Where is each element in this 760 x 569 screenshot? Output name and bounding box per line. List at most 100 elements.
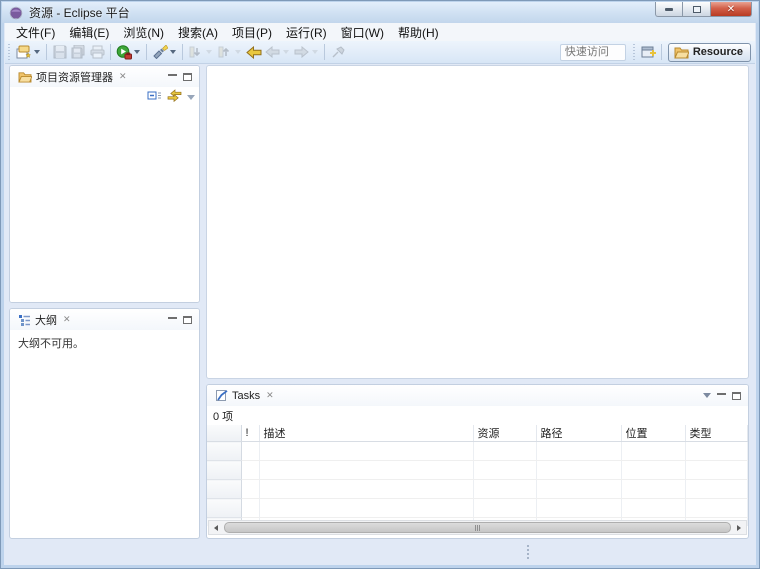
column-header-corner[interactable] xyxy=(207,425,242,442)
minimize-button[interactable] xyxy=(655,2,683,17)
resource-perspective-button[interactable]: Resource xyxy=(667,42,751,62)
last-edit-location-button[interactable] xyxy=(244,42,263,62)
column-header-type[interactable]: 类型 xyxy=(685,425,748,442)
save-icon xyxy=(51,44,68,60)
maximize-view-icon[interactable] xyxy=(183,315,192,324)
next-annotation-button[interactable] xyxy=(186,42,215,62)
next-annotation-icon xyxy=(187,44,204,60)
tasks-table: ! 描述 资源 路径 位置 类型 xyxy=(207,425,748,526)
scroll-right-icon[interactable] xyxy=(732,521,746,534)
previous-annotation-button[interactable] xyxy=(215,42,244,62)
view-menu-icon[interactable] xyxy=(187,94,195,100)
tasks-title: Tasks xyxy=(232,389,261,402)
menu-help[interactable]: 帮助(H) xyxy=(391,23,446,42)
back-button[interactable] xyxy=(263,42,292,62)
forward-button[interactable] xyxy=(292,42,321,62)
scroll-left-icon[interactable] xyxy=(209,521,223,534)
table-row[interactable] xyxy=(207,498,748,518)
outline-header: 大纲 ✕ xyxy=(10,309,199,330)
project-explorer-tree[interactable] xyxy=(10,107,199,302)
column-header-path[interactable]: 路径 xyxy=(536,425,622,442)
column-header-priority[interactable]: ! xyxy=(241,425,260,442)
outline-panel: 大纲 ✕ 大纲不可用。 xyxy=(9,308,200,539)
window-title: 资源 - Eclipse 平台 xyxy=(29,6,130,20)
editor-area[interactable] xyxy=(206,65,749,379)
tasks-table-header-row: ! 描述 资源 路径 位置 类型 xyxy=(207,425,748,442)
run-external-tools-button[interactable] xyxy=(114,42,143,62)
toolbar-separator xyxy=(146,44,147,60)
trim-drag-handle-icon[interactable] xyxy=(527,545,529,559)
column-header-description[interactable]: 描述 xyxy=(259,425,474,442)
pin-editor-button[interactable] xyxy=(328,42,347,62)
tab-project-explorer[interactable]: 项目资源管理器 ✕ xyxy=(14,67,131,87)
project-explorer-panel: 项目资源管理器 ✕ xyxy=(9,65,200,303)
tab-outline[interactable]: 大纲 ✕ xyxy=(14,310,75,330)
tasks-icon xyxy=(216,390,228,401)
minimize-view-icon[interactable] xyxy=(717,392,726,395)
titlebar[interactable]: 资源 - Eclipse 平台 ✕ xyxy=(2,2,758,23)
menu-navigate[interactable]: 浏览(N) xyxy=(116,23,171,42)
menu-file[interactable]: 文件(F) xyxy=(9,23,62,42)
open-perspective-button[interactable] xyxy=(639,42,658,62)
status-bar xyxy=(5,540,755,564)
save-button[interactable] xyxy=(50,42,69,62)
horizontal-scrollbar[interactable] xyxy=(208,520,747,535)
run-dropdown[interactable] xyxy=(134,50,140,54)
table-row[interactable] xyxy=(207,441,748,461)
new-wizard-button[interactable] xyxy=(14,42,43,62)
new-wizard-icon xyxy=(15,44,32,60)
search-button[interactable] xyxy=(150,42,179,62)
view-menu-icon[interactable] xyxy=(703,393,711,398)
maximize-view-icon[interactable] xyxy=(732,391,741,400)
save-all-button[interactable] xyxy=(69,42,88,62)
close-view-icon[interactable]: ✕ xyxy=(266,390,274,401)
open-perspective-icon xyxy=(640,44,657,60)
resource-folder-icon xyxy=(674,47,689,58)
outline-icon xyxy=(19,314,30,326)
menu-run[interactable]: 运行(R) xyxy=(279,23,334,42)
scrollbar-thumb[interactable] xyxy=(224,522,731,533)
print-button[interactable] xyxy=(88,42,107,62)
tab-tasks[interactable]: Tasks ✕ xyxy=(211,387,278,404)
collapse-all-icon xyxy=(147,91,161,100)
menu-project[interactable]: 项目(P) xyxy=(225,23,279,42)
close-view-icon[interactable]: ✕ xyxy=(63,314,71,325)
last-edit-location-icon xyxy=(245,44,262,60)
run-external-tools-icon xyxy=(115,44,132,60)
project-explorer-title: 项目资源管理器 xyxy=(36,71,113,84)
toolbar-drag-handle[interactable] xyxy=(7,44,12,60)
forward-dropdown[interactable] xyxy=(312,50,318,54)
search-dropdown[interactable] xyxy=(170,50,176,54)
perspective-bar-handle[interactable] xyxy=(631,44,637,60)
maximize-view-icon[interactable] xyxy=(183,72,192,81)
table-row[interactable] xyxy=(207,479,748,499)
project-explorer-header: 项目资源管理器 ✕ xyxy=(10,66,199,87)
menu-edit[interactable]: 编辑(E) xyxy=(62,23,116,42)
link-with-editor-button[interactable] xyxy=(167,89,182,105)
minimize-view-icon[interactable] xyxy=(168,73,177,76)
previous-annotation-dropdown[interactable] xyxy=(235,50,241,54)
close-button[interactable]: ✕ xyxy=(710,2,752,17)
collapse-all-button[interactable] xyxy=(147,89,162,105)
close-icon: ✕ xyxy=(726,3,736,15)
back-dropdown[interactable] xyxy=(283,50,289,54)
link-with-editor-icon xyxy=(167,89,182,103)
previous-annotation-icon xyxy=(216,44,233,60)
quick-access-input[interactable] xyxy=(559,43,626,61)
project-explorer-toolbar xyxy=(10,87,199,107)
search-flashlight-icon xyxy=(151,44,168,60)
menu-window[interactable]: 窗口(W) xyxy=(334,23,391,42)
column-header-resource[interactable]: 资源 xyxy=(473,425,537,442)
tasks-table-wrap: ! 描述 资源 路径 位置 类型 xyxy=(207,425,748,526)
outline-title: 大纲 xyxy=(35,314,57,327)
close-view-icon[interactable]: ✕ xyxy=(119,71,127,82)
menu-search[interactable]: 搜索(A) xyxy=(171,23,225,42)
restore-button[interactable] xyxy=(683,2,710,17)
eclipse-window: 资源 - Eclipse 平台 ✕ 文件(F) 编辑(E) 浏览(N) 搜索(A… xyxy=(0,0,760,569)
new-wizard-dropdown[interactable] xyxy=(34,50,40,54)
next-annotation-dropdown[interactable] xyxy=(206,50,212,54)
table-row[interactable] xyxy=(207,460,748,480)
minimize-view-icon[interactable] xyxy=(168,316,177,319)
toolbar-separator xyxy=(110,44,111,60)
column-header-location[interactable]: 位置 xyxy=(621,425,686,442)
